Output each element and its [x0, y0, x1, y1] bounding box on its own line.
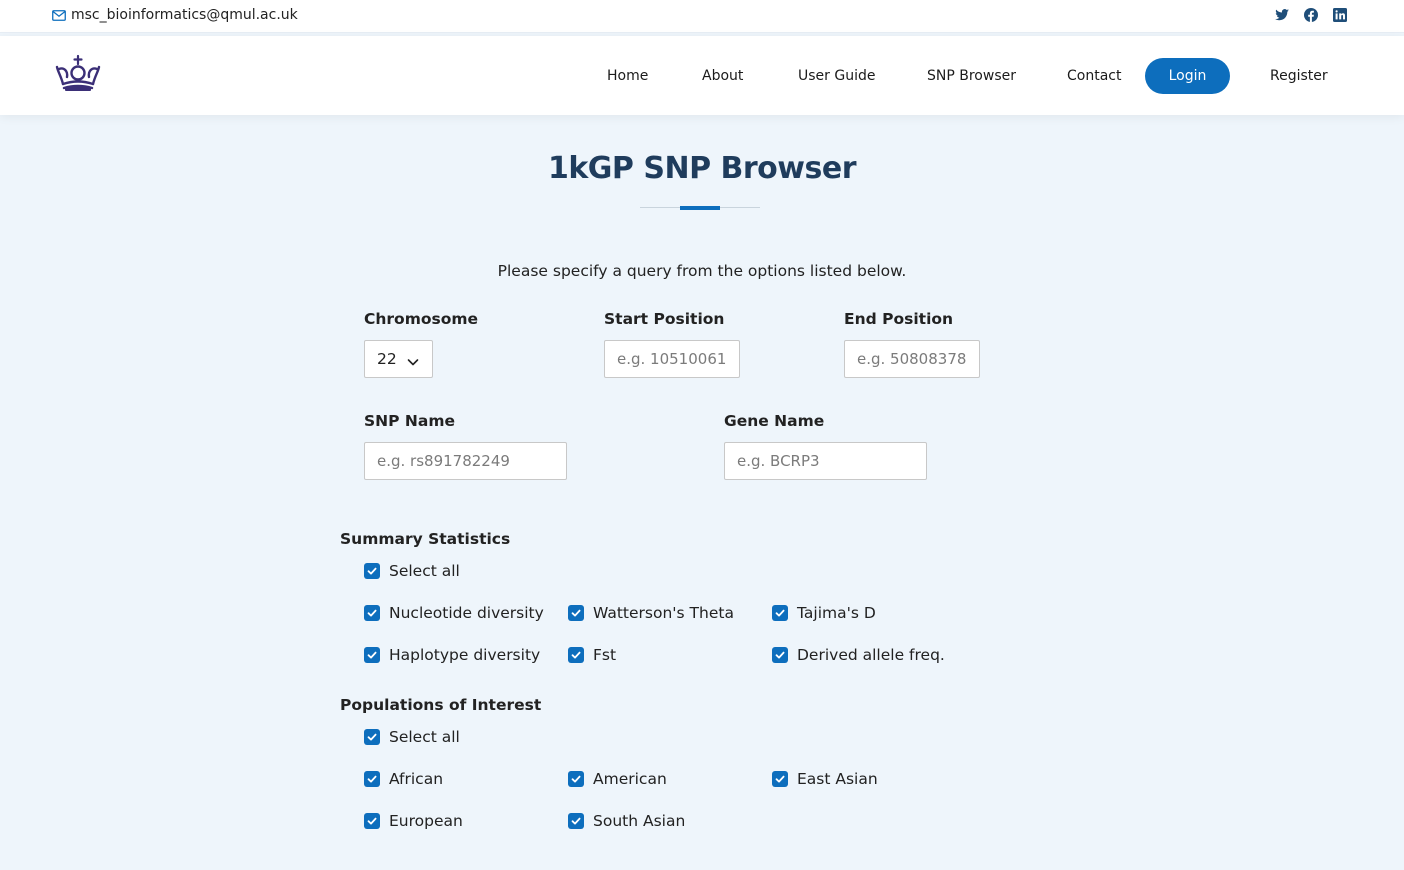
- checkbox-label: Tajima's D: [797, 604, 876, 622]
- checkbox-label: Nucleotide diversity: [389, 604, 544, 622]
- checkbox-label: Select all: [389, 728, 460, 746]
- intro-text: Please specify a query from the options …: [497, 262, 907, 280]
- start-position-input[interactable]: [604, 340, 740, 378]
- contact-email[interactable]: msc_bioinformatics@qmul.ac.uk: [52, 7, 298, 23]
- african-checkbox[interactable]: African: [364, 770, 443, 788]
- chromosome-select[interactable]: 22: [364, 340, 433, 378]
- snp-name-label: SNP Name: [364, 412, 455, 430]
- nucleotide-diversity-checkbox[interactable]: Nucleotide diversity: [364, 604, 544, 622]
- gene-name-input[interactable]: [724, 442, 927, 480]
- checkbox-checked-icon[interactable]: [568, 605, 584, 621]
- gene-name-label: Gene Name: [724, 412, 825, 430]
- checkbox-checked-icon[interactable]: [364, 813, 380, 829]
- top-bar: msc_bioinformatics@qmul.ac.uk: [0, 0, 1404, 33]
- site-header: Home About User Guide SNP Browser Contac…: [0, 36, 1404, 115]
- linkedin-icon[interactable]: [1332, 7, 1348, 23]
- title-divider-accent: [680, 206, 720, 210]
- contact-email-text: msc_bioinformatics@qmul.ac.uk: [71, 7, 298, 23]
- european-checkbox[interactable]: European: [364, 812, 463, 830]
- checkbox-label: Haplotype diversity: [389, 646, 541, 664]
- checkbox-label: European: [389, 812, 463, 830]
- page-title: 1kGP SNP Browser: [547, 151, 857, 186]
- checkbox-label: South Asian: [593, 812, 686, 830]
- nav-snp-browser[interactable]: SNP Browser: [927, 58, 1016, 94]
- south-asian-checkbox[interactable]: South Asian: [568, 812, 685, 830]
- east-asian-checkbox[interactable]: East Asian: [772, 770, 878, 788]
- checkbox-checked-icon[interactable]: [772, 647, 788, 663]
- summary-statistics-heading: Summary Statistics: [340, 530, 511, 548]
- checkbox-label: Select all: [389, 562, 460, 580]
- nav-home[interactable]: Home: [607, 58, 648, 94]
- checkbox-checked-icon[interactable]: [364, 605, 380, 621]
- start-position-label: Start Position: [604, 310, 725, 328]
- fst-checkbox[interactable]: Fst: [568, 646, 616, 664]
- social-links: [1274, 7, 1348, 23]
- populations-select-all-checkbox[interactable]: Select all: [364, 728, 460, 746]
- checkbox-checked-icon[interactable]: [364, 563, 380, 579]
- american-checkbox[interactable]: American: [568, 770, 667, 788]
- summary-select-all-checkbox[interactable]: Select all: [364, 562, 460, 580]
- wattersons-theta-checkbox[interactable]: Watterson's Theta: [568, 604, 734, 622]
- envelope-icon: [52, 9, 66, 21]
- login-button[interactable]: Login: [1145, 58, 1230, 94]
- snp-name-input[interactable]: [364, 442, 567, 480]
- checkbox-label: American: [593, 770, 667, 788]
- chromosome-label: Chromosome: [364, 310, 479, 328]
- end-position-input[interactable]: [844, 340, 980, 378]
- register-link[interactable]: Register: [1270, 58, 1328, 94]
- checkbox-label: East Asian: [797, 770, 878, 788]
- checkbox-checked-icon[interactable]: [364, 729, 380, 745]
- chevron-down-icon: [407, 353, 419, 366]
- checkbox-checked-icon[interactable]: [364, 647, 380, 663]
- checkbox-checked-icon[interactable]: [568, 647, 584, 663]
- facebook-icon[interactable]: [1303, 7, 1319, 23]
- checkbox-checked-icon[interactable]: [568, 813, 584, 829]
- checkbox-checked-icon[interactable]: [568, 771, 584, 787]
- haplotype-diversity-checkbox[interactable]: Haplotype diversity: [364, 646, 540, 664]
- main-nav: Home About User Guide SNP Browser Contac…: [0, 58, 1404, 94]
- nav-user-guide[interactable]: User Guide: [798, 58, 875, 94]
- tajimas-d-checkbox[interactable]: Tajima's D: [772, 604, 876, 622]
- derived-allele-freq-checkbox[interactable]: Derived allele freq.: [772, 646, 945, 664]
- checkbox-checked-icon[interactable]: [364, 771, 380, 787]
- nav-about[interactable]: About: [702, 58, 743, 94]
- checkbox-label: Derived allele freq.: [797, 646, 945, 664]
- checkbox-checked-icon[interactable]: [772, 771, 788, 787]
- twitter-icon[interactable]: [1274, 7, 1290, 23]
- nav-contact[interactable]: Contact: [1067, 58, 1121, 94]
- checkbox-label: Fst: [593, 646, 617, 664]
- end-position-label: End Position: [844, 310, 954, 328]
- checkbox-label: African: [389, 770, 444, 788]
- checkbox-label: Watterson's Theta: [593, 604, 734, 622]
- checkbox-checked-icon[interactable]: [772, 605, 788, 621]
- chromosome-value: 22: [377, 350, 397, 368]
- populations-heading: Populations of Interest: [340, 696, 542, 714]
